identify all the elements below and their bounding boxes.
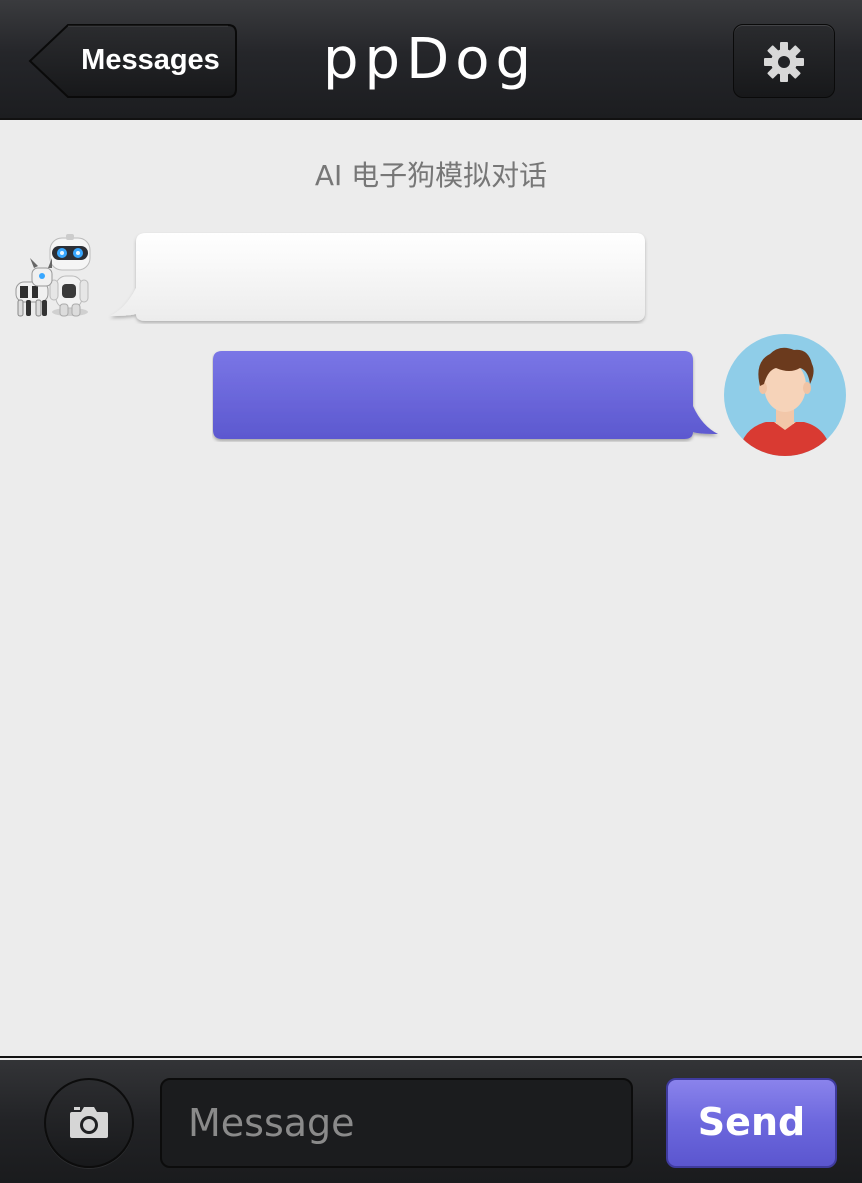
robot-dog-avatar[interactable] [8, 232, 100, 324]
page-title: ppDog [322, 27, 538, 92]
incoming-message-bubble[interactable] [108, 232, 648, 324]
camera-button[interactable] [44, 1078, 134, 1168]
nav-bar: Messages ppDog [0, 0, 862, 120]
back-button-label: Messages [81, 44, 220, 76]
chat-app: Messages ppDog AI 电子狗模拟对话 Message Send [0, 0, 862, 1183]
incoming-bubble-shape [110, 233, 645, 321]
back-button[interactable]: Messages [28, 24, 237, 98]
composer-bar: Send [0, 1060, 862, 1183]
settings-button[interactable] [733, 24, 835, 98]
message-list: AI 电子狗模拟对话 [0, 120, 862, 1056]
outgoing-bubble-shape [213, 351, 718, 439]
gear-icon [764, 42, 804, 82]
user-avatar-icon [724, 334, 846, 456]
message-input[interactable] [160, 1078, 633, 1168]
send-button[interactable]: Send [666, 1078, 837, 1168]
user-avatar[interactable] [724, 334, 846, 456]
camera-icon [70, 1107, 108, 1138]
robot-dog-icon [15, 234, 91, 317]
outgoing-message-bubble[interactable] [212, 350, 722, 442]
chat-subtitle: AI 电子狗模拟对话 [314, 159, 548, 192]
